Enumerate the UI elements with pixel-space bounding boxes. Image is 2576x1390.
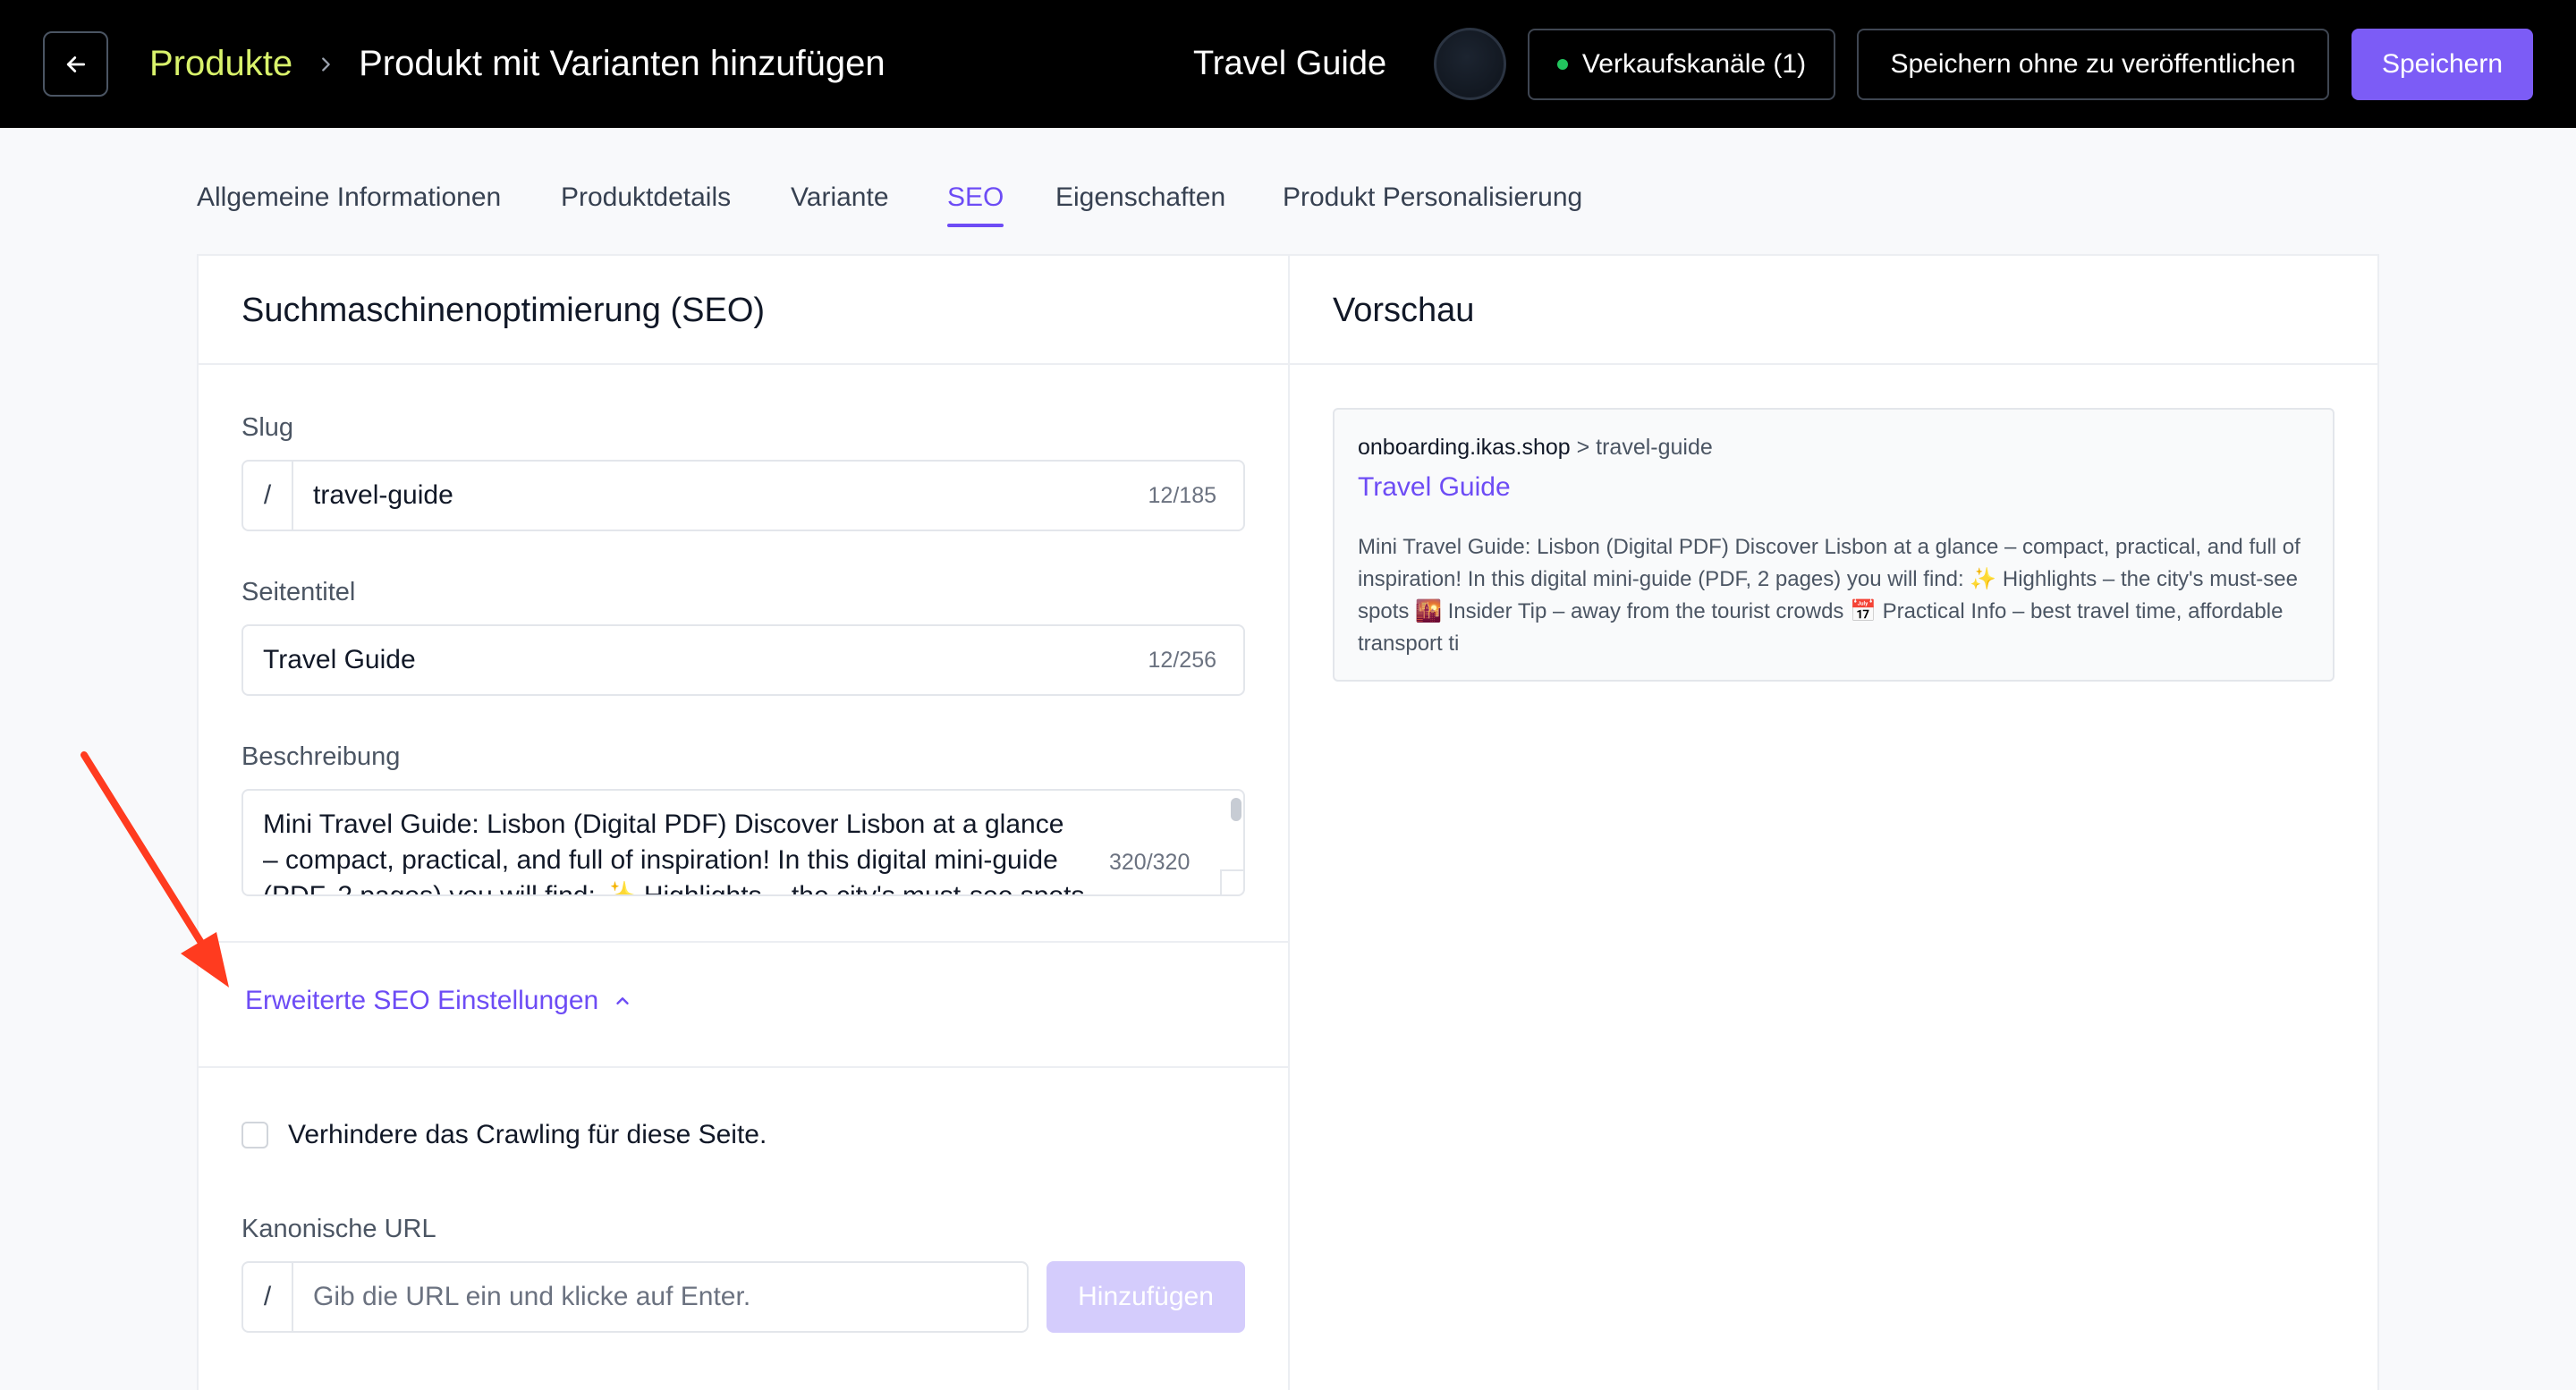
divider	[199, 1066, 1288, 1068]
preview-page-title: Travel Guide	[1358, 472, 1511, 502]
tab-properties[interactable]: Eigenschaften	[1055, 182, 1225, 213]
chevron-right-icon	[316, 55, 335, 74]
top-bar: Produkte Produkt mit Varianten hinzufüge…	[0, 0, 2576, 128]
canonical-url-label: Kanonische URL	[242, 1215, 436, 1243]
tab-seo[interactable]: SEO	[947, 182, 1004, 227]
tab-product-details[interactable]: Produktdetails	[561, 182, 731, 213]
canonical-prefix: /	[243, 1263, 293, 1331]
slug-label: Slug	[242, 413, 294, 442]
canonical-url-input[interactable]: Gib die URL ein und klicke auf Enter.	[293, 1282, 1027, 1312]
annotation-arrow-icon	[80, 751, 229, 987]
divider	[199, 363, 1288, 365]
prevent-crawling-checkbox[interactable]	[242, 1122, 268, 1148]
search-preview-card: onboarding.ikas.shop > travel-guide Trav…	[1333, 408, 2334, 682]
save-button[interactable]: Speichern	[2351, 29, 2533, 100]
avatar[interactable]	[1434, 28, 1506, 100]
description-text: Mini Travel Guide: Lisbon (Digital PDF) …	[263, 809, 1085, 896]
add-canonical-button[interactable]: Hinzufügen	[1046, 1261, 1245, 1333]
slug-counter: 12/185	[1148, 482, 1216, 508]
seo-panel: Suchmaschinenoptimierung (SEO) Slug / tr…	[197, 254, 1290, 1390]
page-title-field[interactable]: Travel Guide 12/256	[242, 624, 1245, 696]
page-title-input[interactable]: Travel Guide	[243, 645, 1148, 675]
tab-product-personalization[interactable]: Produkt Personalisierung	[1283, 182, 1582, 213]
advanced-seo-toggle[interactable]: Erweiterte SEO Einstellungen	[245, 986, 632, 1016]
slug-prefix: /	[243, 462, 293, 530]
chevron-up-icon	[616, 997, 629, 1004]
prevent-crawling-row: Verhindere das Crawling für diese Seite.	[242, 1120, 767, 1150]
product-name: Travel Guide	[1193, 45, 1387, 82]
save-without-publish-button[interactable]: Speichern ohne zu veröffentlichen	[1857, 29, 2329, 100]
preview-panel: Vorschau onboarding.ikas.shop > travel-g…	[1288, 254, 2379, 1390]
preview-path: > travel-guide	[1570, 435, 1713, 460]
preview-url: onboarding.ikas.shop > travel-guide	[1358, 435, 1713, 461]
breadcrumb: Produkte Produkt mit Varianten hinzufüge…	[149, 0, 886, 128]
breadcrumb-products-link[interactable]: Produkte	[149, 44, 292, 84]
sales-channels-button[interactable]: Verkaufskanäle (1)	[1528, 29, 1835, 100]
arrow-left-icon	[66, 55, 85, 72]
preview-title: Vorschau	[1333, 292, 1475, 329]
page-title-counter: 12/256	[1148, 647, 1216, 673]
back-button[interactable]	[43, 31, 108, 97]
advanced-seo-label: Erweiterte SEO Einstellungen	[245, 986, 599, 1015]
page-title-label: Seitentitel	[242, 578, 356, 606]
description-counter: 320/320	[1109, 850, 1191, 875]
canonical-url-field[interactable]: / Gib die URL ein und klicke auf Enter.	[242, 1261, 1029, 1333]
divider	[1290, 363, 2377, 365]
tab-general-information[interactable]: Allgemeine Informationen	[197, 182, 501, 213]
description-textarea[interactable]: Mini Travel Guide: Lisbon (Digital PDF) …	[242, 789, 1245, 896]
tab-variant[interactable]: Variante	[791, 182, 889, 213]
seo-panel-title: Suchmaschinenoptimierung (SEO)	[242, 292, 766, 329]
preview-domain: onboarding.ikas.shop	[1358, 435, 1571, 460]
divider	[199, 941, 1288, 943]
textarea-resize-handle[interactable]	[1220, 869, 1243, 894]
sales-channels-label: Verkaufskanäle (1)	[1581, 49, 1807, 79]
slug-input[interactable]: travel-guide	[293, 480, 1148, 511]
page-title: Produkt mit Varianten hinzufügen	[359, 44, 886, 83]
preview-description: Mini Travel Guide: Lisbon (Digital PDF) …	[1358, 535, 2301, 656]
status-dot-icon	[1556, 59, 1568, 70]
textarea-scrollbar[interactable]	[1231, 798, 1241, 821]
description-label: Beschreibung	[242, 742, 401, 771]
prevent-crawling-label: Verhindere das Crawling für diese Seite.	[288, 1120, 767, 1149]
slug-field[interactable]: / travel-guide 12/185	[242, 460, 1245, 531]
